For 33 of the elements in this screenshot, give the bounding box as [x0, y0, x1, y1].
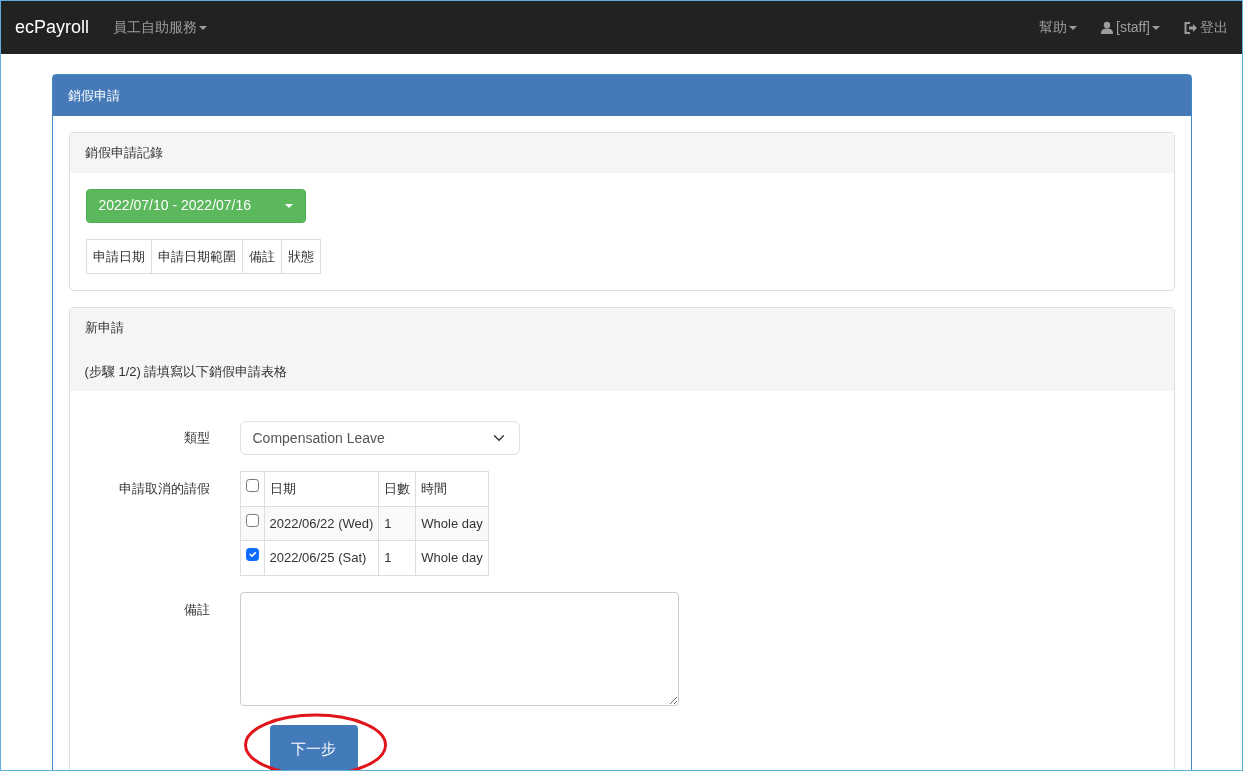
table-cell: 2022/06/25 (Sat)	[264, 540, 379, 575]
column-header: 備註	[242, 239, 281, 274]
column-header: 狀態	[281, 239, 320, 274]
next-button[interactable]: 下一步	[269, 725, 358, 770]
user-icon	[1101, 21, 1113, 34]
field-label: 備註	[183, 601, 210, 617]
section-title: 新申請	[84, 319, 125, 337]
nav-menu[interactable]: 幫助	[1039, 17, 1077, 38]
checkbox[interactable]	[245, 513, 259, 527]
nav-menu[interactable]: [staff]	[1101, 17, 1160, 38]
logout-icon	[1184, 21, 1198, 34]
type-select[interactable]: Compensation Leave	[239, 421, 520, 455]
field-label: 類型	[183, 430, 210, 446]
instruction-text: (步驟 1/2) 請填寫以下銷假申請表格	[84, 362, 289, 381]
table-cell: 1	[378, 540, 416, 575]
column-header: 申請日期範圍	[151, 239, 242, 274]
field-label: 申請取消的請假	[118, 481, 210, 496]
remarks-field[interactable]	[239, 591, 679, 706]
caret-icon	[284, 203, 293, 208]
table-cell: Whole day	[415, 540, 489, 575]
table-cell: Whole day	[415, 506, 489, 541]
column-header: 日期	[264, 471, 379, 506]
brand-logo[interactable]: ecPayroll	[15, 14, 90, 41]
checkbox[interactable]	[245, 479, 259, 492]
nav-menu[interactable]: 登出	[1184, 17, 1228, 38]
section-title: 銷假申請記錄	[84, 145, 163, 160]
column-header: 申請日期	[86, 239, 151, 274]
column-header: 日數	[378, 471, 416, 506]
table-cell: 2022/06/22 (Wed)	[264, 506, 379, 541]
checkbox[interactable]	[245, 548, 259, 561]
nav-menu[interactable]: 員工自助服務	[113, 17, 208, 38]
column-header: 時間	[415, 471, 489, 506]
panel-title: 銷假申請	[67, 86, 120, 105]
